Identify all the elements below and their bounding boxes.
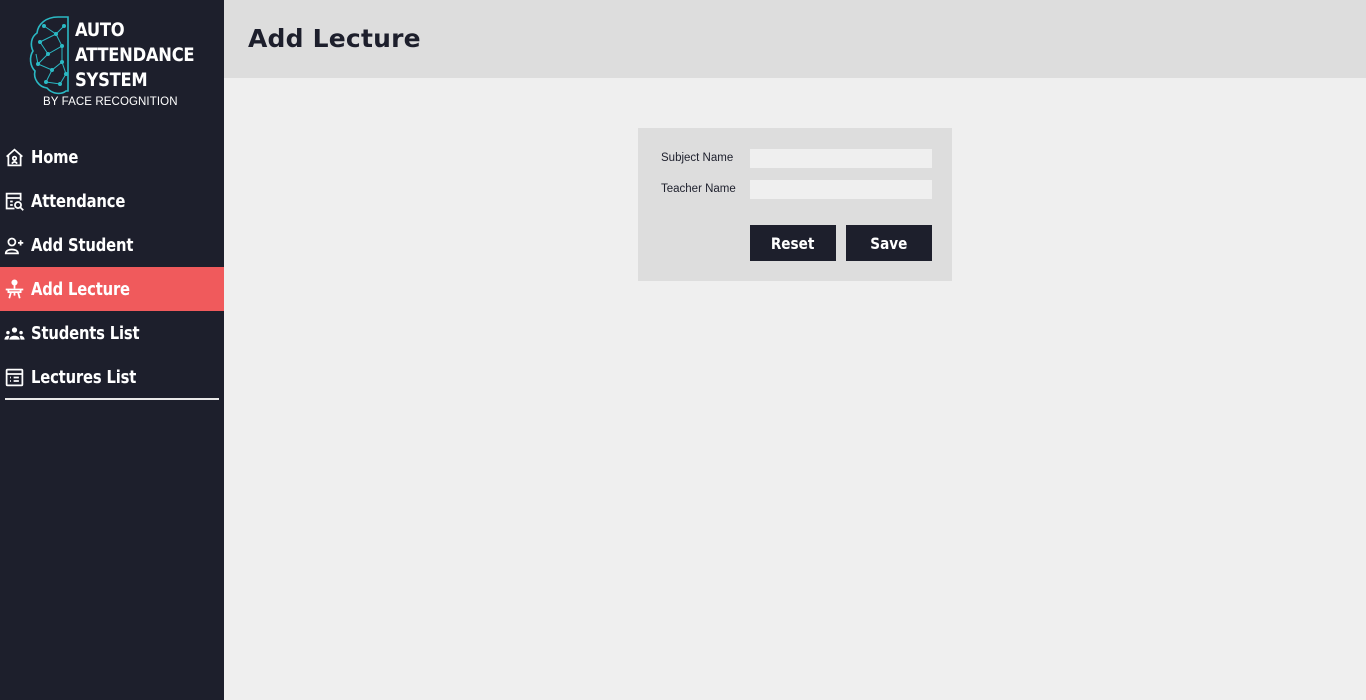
subject-name-label: Subject Name xyxy=(661,152,734,164)
logo-subtitle: BY FACE RECOGNITION xyxy=(43,96,178,108)
page-header: Add Lecture xyxy=(224,0,1366,78)
sidebar-item-label: Attendance xyxy=(31,190,126,212)
list-icon xyxy=(3,366,25,388)
group-icon xyxy=(3,322,25,344)
logo-title-line: ATTENDANCE xyxy=(75,44,195,66)
reset-button-label: Reset xyxy=(771,233,815,253)
logo-title-line: SYSTEM xyxy=(75,69,148,91)
sidebar-item-add-student[interactable]: Add Student xyxy=(0,223,224,267)
reset-button[interactable]: Reset xyxy=(750,225,836,261)
add-lecture-form: Subject Name Teacher Name Reset Save xyxy=(638,128,952,281)
logo-title-line: AUTO xyxy=(75,19,125,41)
teacher-name-label: Teacher Name xyxy=(661,183,736,195)
sidebar-item-label: Add Student xyxy=(31,234,134,256)
sidebar-item-label: Students List xyxy=(31,322,140,344)
save-button-label: Save xyxy=(870,233,908,253)
add-user-icon xyxy=(3,234,25,256)
attendance-search-icon xyxy=(3,190,25,212)
sidebar-nav: Home Attendance Add Student Add Lecture … xyxy=(0,135,224,399)
brain-network-icon xyxy=(29,16,69,95)
sidebar-item-students-list[interactable]: Students List xyxy=(0,311,224,355)
logo-title: AUTO ATTENDANCE SYSTEM xyxy=(75,18,195,93)
sidebar: AUTO ATTENDANCE SYSTEM BY FACE RECOGNITI… xyxy=(0,0,224,700)
sidebar-item-attendance[interactable]: Attendance xyxy=(0,179,224,223)
sidebar-item-label: Lectures List xyxy=(31,366,137,388)
save-button[interactable]: Save xyxy=(846,225,932,261)
app-logo: AUTO ATTENDANCE SYSTEM BY FACE RECOGNITI… xyxy=(28,14,198,114)
sidebar-item-lectures-list[interactable]: Lectures List xyxy=(0,355,224,399)
home-icon xyxy=(3,146,25,168)
sidebar-item-home[interactable]: Home xyxy=(0,135,224,179)
sidebar-divider xyxy=(5,398,219,400)
lecture-icon xyxy=(3,278,25,300)
sidebar-item-label: Add Lecture xyxy=(31,278,130,300)
sidebar-item-add-lecture[interactable]: Add Lecture xyxy=(0,267,224,311)
page-title: Add Lecture xyxy=(248,24,421,53)
teacher-name-input[interactable] xyxy=(750,180,932,199)
subject-name-input[interactable] xyxy=(750,149,932,168)
sidebar-item-label: Home xyxy=(31,146,79,168)
